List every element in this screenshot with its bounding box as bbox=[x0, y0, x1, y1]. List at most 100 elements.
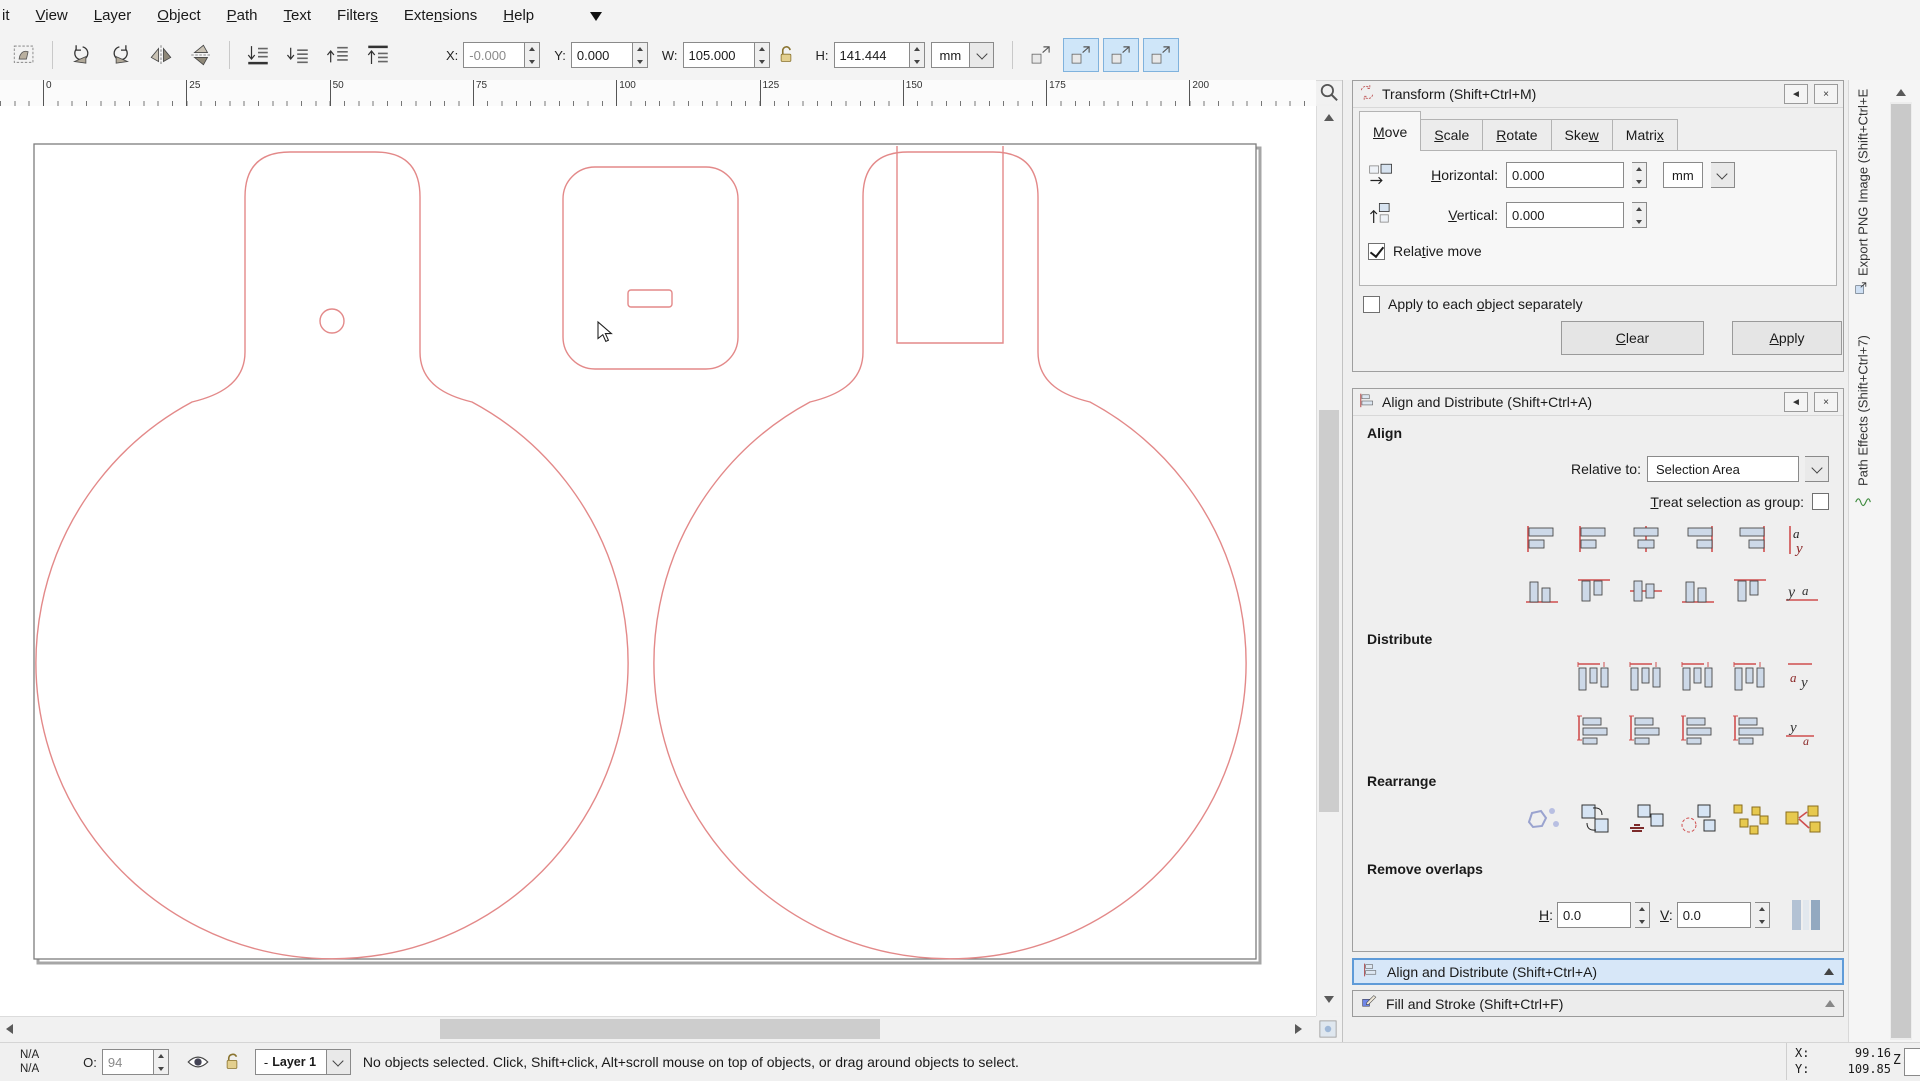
dock-scrollbar-thumb[interactable] bbox=[1891, 104, 1911, 1038]
unclump-icon[interactable] bbox=[1780, 799, 1824, 839]
lower-to-bottom-icon[interactable] bbox=[240, 38, 276, 72]
distribute-top-edges-icon[interactable] bbox=[1572, 709, 1616, 749]
apply-each-checkbox[interactable] bbox=[1363, 295, 1380, 313]
tab-matrix[interactable]: Matri x bbox=[1611, 119, 1678, 151]
zoom-drawing-icon[interactable] bbox=[1316, 82, 1342, 104]
flip-horizontal-icon[interactable] bbox=[143, 38, 179, 72]
dock-float-button[interactable]: ◄ bbox=[1784, 392, 1808, 412]
tab-rotate[interactable]: Rotate bbox=[1482, 119, 1552, 151]
layer-lock-icon[interactable] bbox=[217, 1045, 247, 1079]
distribute-bottom-edges-icon[interactable] bbox=[1676, 709, 1720, 749]
clear-button[interactable]: Clear bbox=[1561, 321, 1704, 355]
menu-item-path[interactable]: Path bbox=[214, 2, 271, 29]
scroll-up-arrow[interactable] bbox=[1317, 107, 1341, 127]
vertical-spinner[interactable] bbox=[1632, 202, 1647, 228]
move-gradients-toggle[interactable] bbox=[1103, 38, 1140, 72]
remove-overlaps-icon[interactable] bbox=[1786, 895, 1826, 935]
menu-item-object[interactable]: Object bbox=[144, 2, 213, 29]
flip-vertical-icon[interactable] bbox=[183, 38, 219, 72]
align-top-to-bottom-anchor-icon[interactable] bbox=[1728, 571, 1772, 611]
raise-to-top-icon[interactable] bbox=[360, 38, 396, 72]
scale-corners-toggle[interactable] bbox=[1063, 38, 1100, 72]
h-spinner[interactable] bbox=[909, 42, 925, 68]
distribute-text-anchors-vertical-icon[interactable]: ya bbox=[1780, 709, 1824, 749]
align-right-edges-icon[interactable] bbox=[1676, 521, 1720, 561]
opacity-input[interactable]: 94 bbox=[101, 1049, 154, 1075]
close-icon[interactable]: × bbox=[1814, 392, 1838, 412]
treat-group-checkbox[interactable] bbox=[1812, 493, 1829, 510]
layer-visibility-eye-icon[interactable] bbox=[183, 1045, 213, 1079]
distribute-text-anchors-horizontal-icon[interactable]: ay bbox=[1780, 657, 1824, 697]
distribute-right-edges-icon[interactable] bbox=[1676, 657, 1720, 697]
exchange-in-stacking-order-icon[interactable] bbox=[1624, 799, 1668, 839]
canvas-viewport[interactable] bbox=[0, 106, 1316, 1016]
side-tab-path-effects[interactable]: Path Effects (Shift+Ctrl+7) bbox=[1852, 296, 1874, 486]
scale-stroke-toggle[interactable] bbox=[1023, 38, 1059, 72]
layer-select-button[interactable] bbox=[326, 1049, 351, 1075]
tab-move[interactable]: Move bbox=[1359, 111, 1422, 151]
align-left-to-right-anchor-icon[interactable] bbox=[1728, 521, 1772, 561]
h-input[interactable]: 141.444 bbox=[833, 42, 910, 68]
drawing-canvas[interactable] bbox=[0, 106, 1316, 1016]
graph-layout-icon[interactable] bbox=[1520, 799, 1564, 839]
align-text-anchors-vertical-icon[interactable]: ya bbox=[1780, 571, 1824, 611]
align-bottom-to-top-anchor-icon[interactable] bbox=[1520, 571, 1564, 611]
unit-select-value[interactable]: mm bbox=[930, 42, 971, 68]
center-on-vertical-axis-icon[interactable] bbox=[1624, 521, 1668, 561]
exchange-clockwise-icon[interactable] bbox=[1676, 799, 1720, 839]
layer-select[interactable]: - Layer 1 bbox=[254, 1049, 327, 1075]
align-bottom-edges-icon[interactable] bbox=[1676, 571, 1720, 611]
randomize-positions-icon[interactable] bbox=[1728, 799, 1772, 839]
canvas-corner-icon[interactable] bbox=[1314, 1017, 1342, 1041]
menu-item-help[interactable]: Help bbox=[490, 2, 547, 29]
menu-item-extensions[interactable]: Extensions bbox=[391, 2, 490, 29]
vertical-input[interactable]: 0.000 bbox=[1506, 202, 1624, 228]
h-gap-spinner[interactable] bbox=[1635, 902, 1651, 928]
lower-one-step-icon[interactable] bbox=[280, 38, 316, 72]
tab-skew[interactable]: Ske w bbox=[1550, 119, 1613, 151]
v-gap-spinner[interactable] bbox=[1754, 902, 1770, 928]
lock-width-height-icon[interactable] bbox=[772, 38, 800, 72]
zoom-input[interactable] bbox=[1904, 1048, 1920, 1076]
selection-settings-icon[interactable] bbox=[6, 38, 42, 72]
tab-scale[interactable]: Scale bbox=[1420, 119, 1484, 151]
y-spinner[interactable] bbox=[632, 42, 648, 68]
h-gap-input[interactable]: 0.0 bbox=[1557, 902, 1632, 928]
menu-item-text[interactable]: Text bbox=[271, 2, 325, 29]
w-input[interactable]: 105.000 bbox=[682, 42, 755, 68]
distribute-centers-vertically-icon[interactable] bbox=[1624, 709, 1668, 749]
align-panel-header[interactable]: Align and Distribute (Shift+Ctrl+A) ◄ × bbox=[1353, 389, 1843, 416]
rotate-cw-icon[interactable] bbox=[103, 38, 139, 72]
transform-unit-value[interactable]: mm bbox=[1663, 162, 1703, 188]
menu-item-it[interactable]: it bbox=[0, 2, 23, 29]
scroll-right-arrow[interactable] bbox=[1290, 1018, 1308, 1040]
vertical-scrollbar-thumb[interactable] bbox=[1319, 410, 1339, 812]
v-gap-input[interactable]: 0.0 bbox=[1676, 902, 1751, 928]
horizontal-ruler[interactable]: 0 25 50 75 100 125 150 175 200 bbox=[0, 80, 1316, 107]
distribute-centers-horizontally-icon[interactable] bbox=[1624, 657, 1668, 697]
apply-button[interactable]: Apply bbox=[1732, 321, 1842, 355]
exchange-in-selection-order-icon[interactable] bbox=[1572, 799, 1616, 839]
fill-stroke-collapsed-bar[interactable]: Fill and Stroke (Shift+Ctrl+F) bbox=[1352, 990, 1844, 1017]
dock-scroll-up-arrow[interactable] bbox=[1890, 82, 1912, 102]
menu-item-view[interactable]: View bbox=[23, 2, 81, 29]
make-vertical-gaps-equal-icon[interactable] bbox=[1728, 709, 1772, 749]
horizontal-input[interactable]: 0.000 bbox=[1506, 162, 1624, 188]
transform-unit-button[interactable] bbox=[1710, 162, 1735, 188]
horizontal-spinner[interactable] bbox=[1632, 162, 1647, 188]
x-input[interactable]: -0.000 bbox=[463, 42, 526, 68]
w-spinner[interactable] bbox=[754, 42, 770, 68]
horizontal-scrollbar-thumb[interactable] bbox=[440, 1019, 880, 1039]
side-tab-export-png[interactable]: Export PNG Image (Shift+Ctrl+E bbox=[1852, 74, 1874, 276]
y-input[interactable]: 0.000 bbox=[570, 42, 633, 68]
move-patterns-toggle[interactable] bbox=[1143, 38, 1180, 72]
dock-float-button[interactable]: ◄ bbox=[1784, 84, 1808, 104]
align-top-edges-icon[interactable] bbox=[1572, 571, 1616, 611]
align-text-anchors-horizontal-icon[interactable]: ay bbox=[1780, 521, 1824, 561]
align-right-to-left-anchor-icon[interactable] bbox=[1520, 521, 1564, 561]
center-on-horizontal-axis-icon[interactable] bbox=[1624, 571, 1668, 611]
unit-select-button[interactable] bbox=[970, 42, 995, 68]
rotate-ccw-icon[interactable] bbox=[63, 38, 99, 72]
opacity-spinner[interactable] bbox=[153, 1049, 169, 1075]
scroll-down-arrow[interactable] bbox=[1317, 990, 1341, 1010]
